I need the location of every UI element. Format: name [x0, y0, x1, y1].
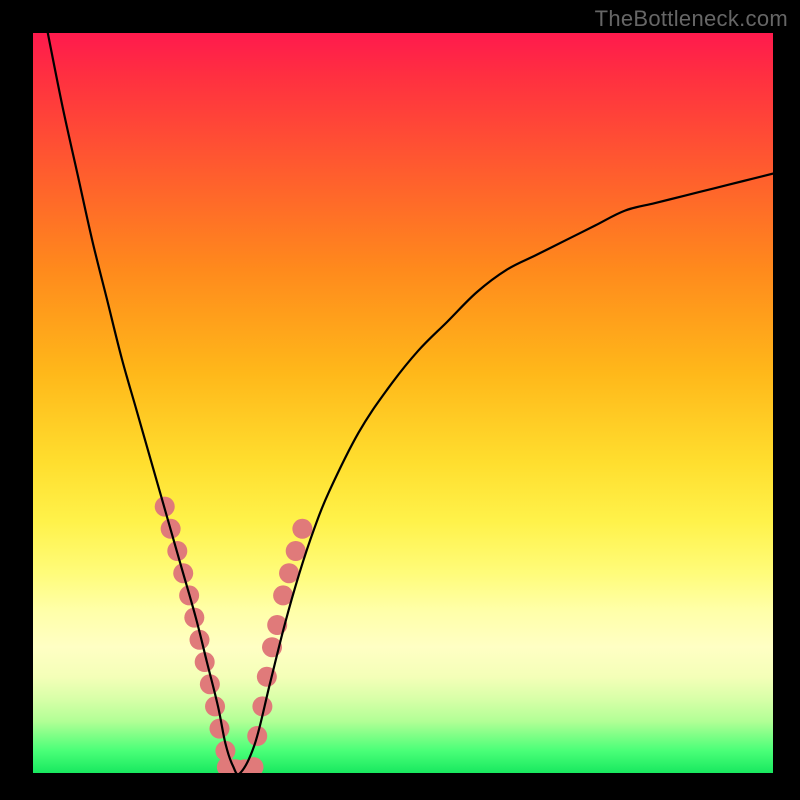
plot-area [33, 33, 773, 773]
marker-point [292, 519, 312, 539]
marker-point [205, 696, 225, 716]
marker-point [279, 563, 299, 583]
marker-point [286, 541, 306, 561]
chart-frame: TheBottleneck.com [0, 0, 800, 800]
markers-group [155, 497, 313, 773]
chart-svg [33, 33, 773, 773]
marker-point [209, 719, 229, 739]
bottleneck-curve [48, 33, 773, 773]
watermark-text: TheBottleneck.com [595, 6, 788, 32]
